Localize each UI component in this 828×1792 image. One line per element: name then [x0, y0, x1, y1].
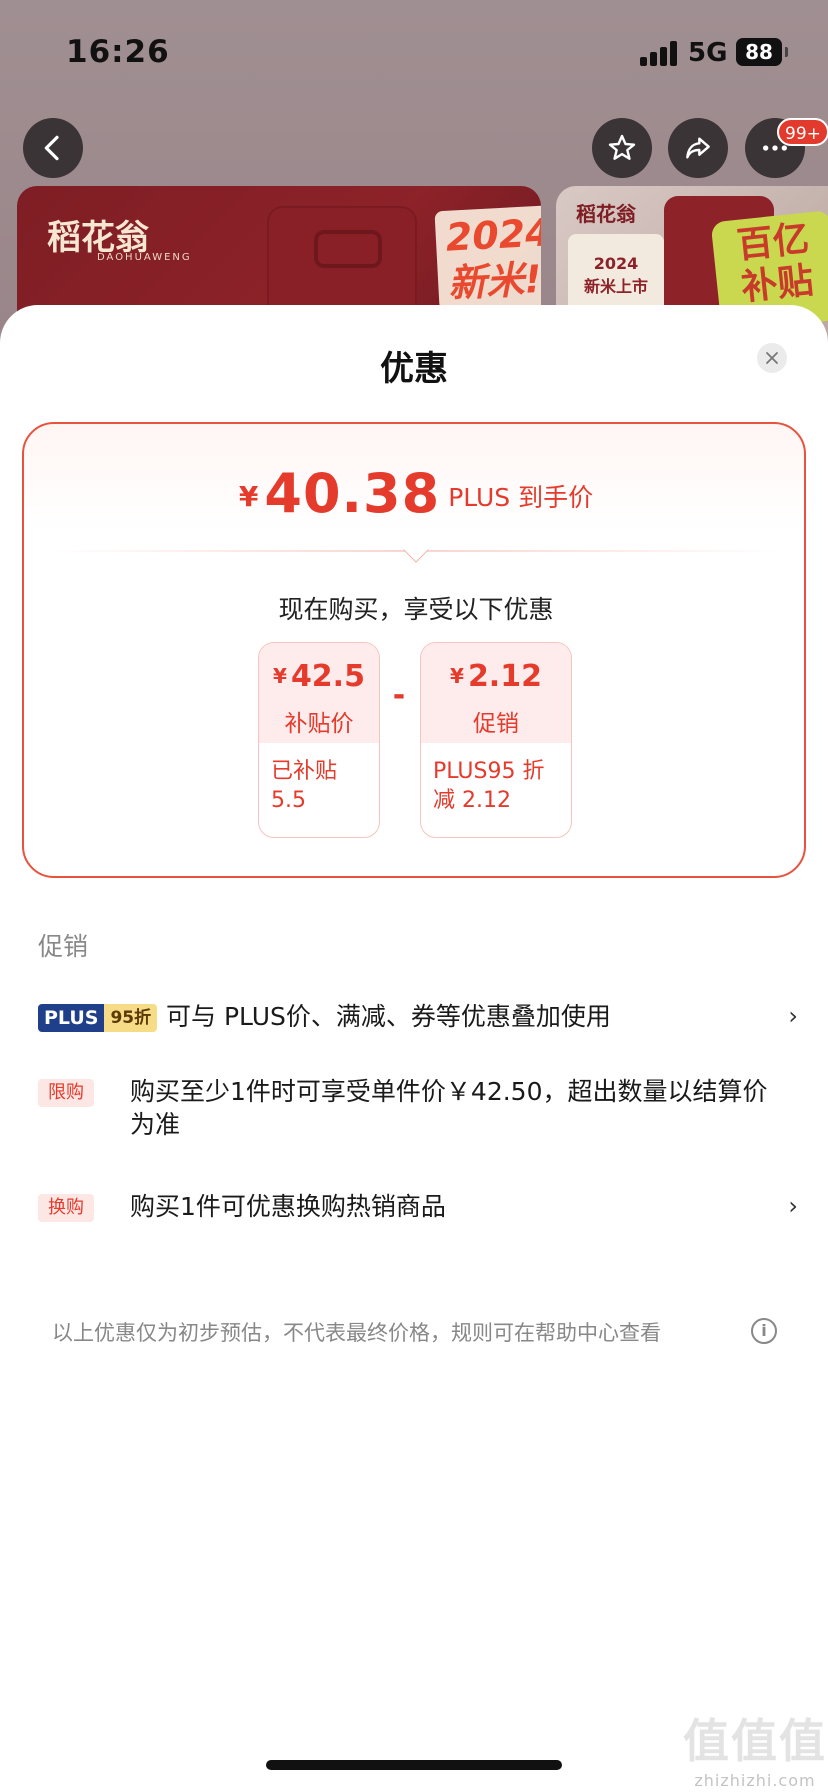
promotion-box: ¥2.12 促销 PLUS95 折 减 2.12	[420, 642, 572, 838]
signal-icon	[640, 40, 678, 66]
plus-95-tag: PLUS 95折	[38, 1004, 158, 1032]
promotion-value: ¥2.12	[450, 659, 542, 694]
final-price-label: PLUS 到手价	[448, 483, 594, 512]
final-price-amount: 40.38	[264, 462, 441, 525]
plus-tag-discount: 95折	[104, 1004, 158, 1032]
share-button[interactable]	[668, 118, 728, 178]
promo-text-limit: 购买至少1件时可享受单件价￥42.50，超出数量以结算价为准	[130, 1077, 768, 1139]
promo-text-plus: 可与 PLUS价、满减、券等优惠叠加使用	[166, 1002, 611, 1031]
home-indicator[interactable]	[266, 1760, 562, 1770]
price-summary-card: ¥40.38 PLUS 到手价 现在购买，享受以下优惠 ¥42.5 补贴价 已补贴…	[22, 422, 806, 878]
limit-tag: 限购	[38, 1079, 94, 1107]
back-button[interactable]	[23, 118, 83, 178]
subsidy-price-value: ¥42.5	[273, 659, 365, 694]
side-brand-logo: 稻花翁	[576, 202, 636, 226]
promotion-detail-line1: PLUS95 折	[433, 759, 545, 784]
subsidy-detail-line1: 已补贴	[271, 759, 338, 784]
subsidy-price-name: 补贴价	[284, 711, 354, 737]
battery-icon: 88	[736, 38, 788, 66]
share-icon	[686, 137, 710, 159]
network-type: 5G	[688, 38, 728, 68]
close-button[interactable]	[757, 343, 787, 373]
banner-tag-year: 2024	[444, 210, 541, 260]
plus-tag-label: PLUS	[38, 1004, 105, 1032]
banner-tag-text: 新米!	[447, 256, 541, 306]
brand-logo-sub: DAOHUAWENG	[97, 252, 192, 263]
promo-row-limit: 限购 购买至少1件时可享受单件价￥42.50，超出数量以结算价为准	[38, 1075, 798, 1147]
chevron-right-icon: ›	[788, 1002, 798, 1030]
divider-notch	[403, 537, 429, 563]
subsidy-price-box: ¥42.5 补贴价 已补贴 5.5	[258, 642, 380, 838]
chevron-right-icon: ›	[788, 1192, 798, 1220]
promo-row-plus[interactable]: PLUS 95折 可与 PLUS价、满减、券等优惠叠加使用 ›	[38, 1000, 798, 1040]
promo-text-exchange: 购买1件可优惠换购热销商品	[130, 1192, 446, 1221]
star-icon	[608, 134, 636, 160]
promotion-detail-line2: 减 2.12	[433, 788, 511, 813]
info-icon[interactable]: i	[751, 1318, 777, 1344]
watermark-logo: 值值值	[683, 1714, 827, 1768]
promotion-name: 促销	[473, 711, 519, 737]
favorite-button[interactable]	[592, 118, 652, 178]
disclaimer-text: 以上优惠仅为初步预估，不代表最终价格，规则可在帮助中心查看	[52, 1321, 661, 1345]
promo-row-exchange[interactable]: 换购 购买1件可优惠换购热销商品 ›	[38, 1190, 798, 1230]
back-icon	[44, 135, 59, 161]
side-year: 2024	[593, 254, 639, 273]
subsidy-detail-line2: 5.5	[271, 788, 306, 813]
banner-new-rice-tag: 2024 新米!	[434, 204, 541, 312]
close-icon	[766, 352, 778, 364]
promotion-section-label: 促销	[38, 932, 89, 961]
status-bar: 16:26 5G 88	[0, 0, 828, 100]
minus-sign: -	[392, 678, 406, 713]
site-watermark: 值值值 zhizhizhi.com	[682, 1705, 828, 1792]
enjoy-discount-text: 现在购买，享受以下优惠	[278, 595, 554, 624]
final-price-currency: ¥	[238, 480, 259, 513]
watermark-site: zhizhizhi.com	[694, 1771, 816, 1790]
sheet-title: 优惠	[380, 349, 448, 389]
status-time: 16:26	[66, 34, 170, 70]
exchange-tag: 换购	[38, 1194, 94, 1222]
notification-badge: 99+	[777, 118, 828, 146]
side-text: 新米上市	[583, 277, 648, 296]
final-price: ¥40.38 PLUS 到手价	[24, 462, 808, 525]
discount-sheet: 优惠 ¥40.38 PLUS 到手价 现在购买，享受以下优惠 ¥42.5 补贴价 …	[0, 305, 828, 1792]
